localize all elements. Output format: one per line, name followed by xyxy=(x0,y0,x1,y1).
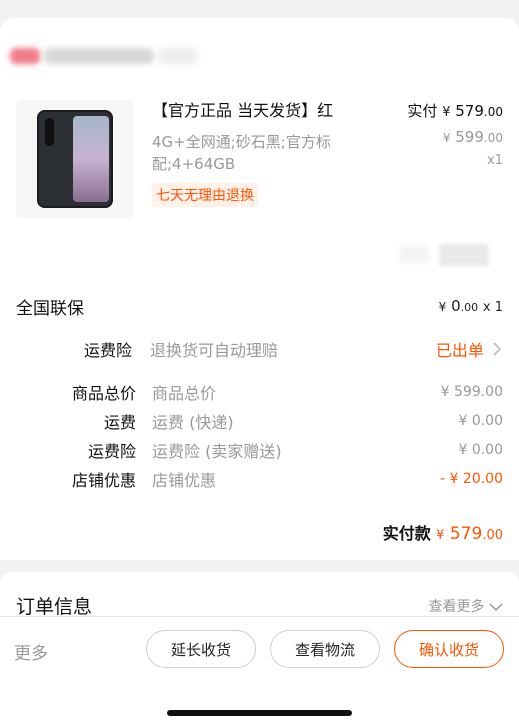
freight-insurance-status[interactable]: 已出单 xyxy=(435,337,502,361)
freight-insurance-status-text: 已出单 xyxy=(435,341,484,360)
blurred-block xyxy=(439,244,489,266)
summary-desc: 运费 (快递) xyxy=(152,413,234,432)
more-button[interactable]: 更多 xyxy=(14,639,48,664)
summary-row: 店铺优惠 店铺优惠 - ¥ 20.00 xyxy=(0,465,519,493)
total-label: 实付款 xyxy=(382,524,431,543)
summary-value: ¥ 0.00 xyxy=(458,413,503,429)
summary-value: ¥ 0.00 xyxy=(458,442,503,458)
shop-logo-blur xyxy=(10,48,40,64)
top-strip xyxy=(0,0,519,18)
order-info-more[interactable]: 查看更多 xyxy=(429,596,503,616)
total-value: 实付款 ¥ 579.00 xyxy=(383,520,503,544)
section-gap xyxy=(0,560,519,572)
chevron-right-icon xyxy=(493,341,502,360)
product-title[interactable]: 【官方正品 当天发货】红 xyxy=(152,100,377,122)
order-info-more-text: 查看更多 xyxy=(428,599,485,615)
warranty-value: ¥ 0.00 x 1 xyxy=(439,297,503,315)
blurred-block-small xyxy=(399,246,429,262)
phone-screen xyxy=(73,116,109,202)
actual-price-cents: .00 xyxy=(483,105,503,119)
home-indicator[interactable] xyxy=(167,710,352,716)
summary-desc: 店铺优惠 xyxy=(152,471,217,490)
summary-row: 运费险 运费险 (卖家赠送) ¥ 0.00 xyxy=(0,436,519,464)
order-info-card: 订单信息 查看更多 xyxy=(0,572,519,618)
actual-price-int: 579 xyxy=(455,102,484,120)
warranty-label: 全国联保 xyxy=(16,298,84,319)
total-cents: .00 xyxy=(482,528,503,543)
summary-label: 商品总价 xyxy=(71,384,136,403)
quantity: x1 xyxy=(487,153,503,168)
total-int: 579 xyxy=(449,524,483,544)
product-image[interactable] xyxy=(16,100,134,218)
summary-label: 运费险 xyxy=(87,442,136,461)
camera-module xyxy=(45,118,54,146)
discount-value: - ¥ 20.00 xyxy=(440,471,503,487)
summary-label: 运费 xyxy=(103,413,136,432)
return-policy-tag: 七天无理由退换 xyxy=(152,183,258,207)
original-price: ¥ 599.00 xyxy=(407,124,503,151)
shop-name-blurred xyxy=(10,48,198,64)
shop-name-blur xyxy=(44,48,154,64)
actual-price: 实付 ¥ 579.00 xyxy=(407,100,503,124)
shop-extra-blur xyxy=(158,48,198,64)
extend-receipt-button[interactable]: 延长收货 xyxy=(146,630,256,668)
product-spec: 4G+全网通;砂石黑;官方标配;4+64GB xyxy=(152,133,331,173)
order-info-title: 订单信息 xyxy=(16,596,93,618)
warranty-qty: x 1 xyxy=(482,300,503,315)
warranty-price-int: 0 xyxy=(451,297,461,315)
freight-insurance-label: 运费险 xyxy=(83,341,132,360)
summary-desc: 运费险 (卖家赠送) xyxy=(152,442,282,461)
currency-symbol: ¥ xyxy=(442,131,451,145)
original-price-cents: .00 xyxy=(483,131,503,145)
summary-row: 商品总价 商品总价 ¥ 599.00 xyxy=(0,378,519,406)
chevron-down-icon xyxy=(489,599,503,615)
summary-desc: 商品总价 xyxy=(152,384,217,403)
actual-price-label: 实付 xyxy=(407,102,438,120)
original-price-int: 599 xyxy=(455,128,484,146)
warranty-price-cents: .00 xyxy=(460,301,479,314)
freight-insurance-desc: 退换货可自动理赔 xyxy=(150,341,279,360)
phone-image xyxy=(37,110,113,208)
price-column: 实付 ¥ 579.00 ¥ 599.00 x1 xyxy=(407,100,503,171)
warranty-row: 全国联保 ¥ 0.00 x 1 xyxy=(0,292,519,320)
summary-label: 店铺优惠 xyxy=(71,471,136,490)
view-logistics-button[interactable]: 查看物流 xyxy=(270,630,380,668)
total-row: 实付款 ¥ 579.00 xyxy=(0,518,519,546)
freight-insurance-row[interactable]: 运费险 退换货可自动理赔 已出单 xyxy=(0,335,519,363)
currency-symbol: ¥ xyxy=(442,105,451,120)
summary-row: 运费 运费 (快递) ¥ 0.00 xyxy=(0,407,519,435)
confirm-receipt-button[interactable]: 确认收货 xyxy=(394,630,504,668)
summary-value: ¥ 599.00 xyxy=(440,384,503,400)
currency-symbol: ¥ xyxy=(438,300,447,314)
currency-symbol: ¥ xyxy=(436,528,445,543)
